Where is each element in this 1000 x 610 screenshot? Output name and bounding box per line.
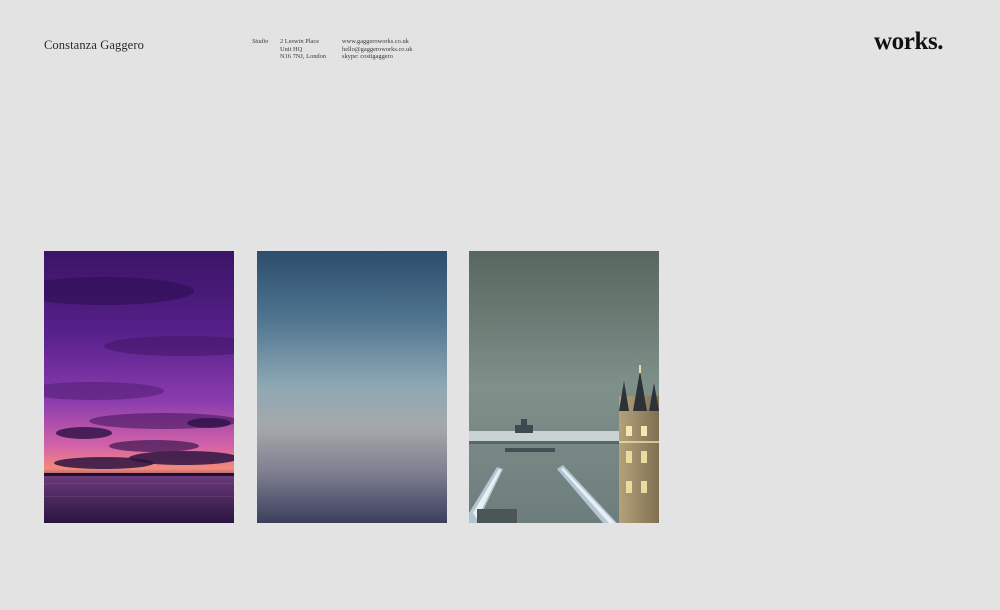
- gallery-item-tower-bridge[interactable]: [469, 251, 659, 523]
- contact-info: Studio 2 Leswin Place Unit HQ N16 7NJ, L…: [252, 38, 412, 61]
- works-logo[interactable]: works.: [874, 28, 944, 56]
- site-name[interactable]: Constanza Gaggero: [44, 38, 144, 53]
- address-line-2: Unit HQ: [280, 45, 303, 53]
- tower-bridge-image: [469, 251, 659, 523]
- address-line-3: N16 7NJ, London: [280, 53, 326, 61]
- gallery-item-purple-sunset[interactable]: [44, 251, 234, 523]
- purple-sunset-image: [44, 251, 234, 523]
- website-link[interactable]: www.gaggeroworks.co.uk: [342, 38, 412, 46]
- email-link[interactable]: hello@gaggeroworks.co.uk: [342, 46, 412, 54]
- skype-link[interactable]: skype: costigaggero: [342, 53, 412, 61]
- gallery-item-blue-sky[interactable]: [257, 251, 447, 523]
- studio-label: Studio: [252, 38, 269, 45]
- blue-sky-image: [257, 251, 447, 523]
- address-block: 2 Leswin Place Unit HQ N16 7NJ, London: [280, 38, 342, 61]
- contact-links: www.gaggeroworks.co.uk hello@gaggerowork…: [342, 38, 412, 61]
- address-line-1: 2 Leswin Place: [280, 38, 320, 45]
